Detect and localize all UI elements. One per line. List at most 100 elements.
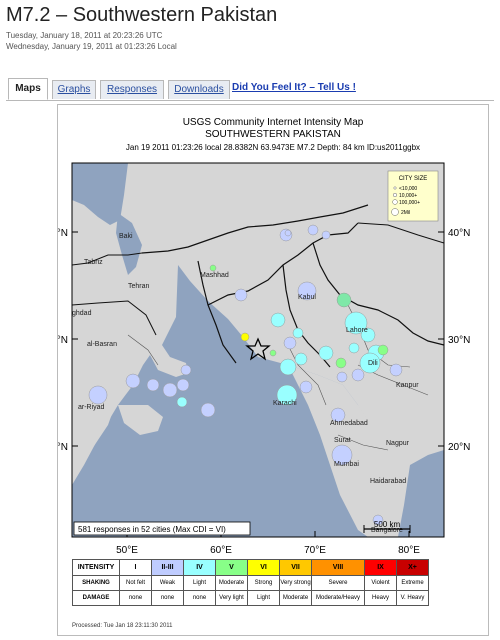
city-label-kanpur: Kanpur <box>396 382 419 389</box>
response-circle <box>348 342 360 354</box>
response-circle <box>318 345 334 361</box>
tab-graphs[interactable]: Graphs <box>52 80 96 99</box>
response-circle <box>269 349 277 357</box>
city-label-nagpur: Nagpur <box>386 440 410 447</box>
legend-intensity-cell: I <box>119 559 152 576</box>
tab-responses[interactable]: Responses <box>100 80 164 99</box>
processed-timestamp: Processed: Tue Jan 18 23:11:30 2011 <box>72 623 173 629</box>
legend-damage-cell: none <box>183 590 216 606</box>
scale-label: 500 km <box>374 520 401 529</box>
response-circle <box>240 332 250 342</box>
response-circle <box>88 385 108 405</box>
legend-shaking-cell: Violent <box>364 575 397 591</box>
lat-label-30-right: 30°N <box>448 335 470 346</box>
city-label-mashhad: Mashhad <box>200 272 229 279</box>
response-circle <box>270 312 286 328</box>
city-size-legend: CITY SIZE <10,000 10,000+ 100,000+ 2Mil <box>387 170 439 222</box>
lat-label-20-left: 20°N <box>58 442 68 453</box>
city-label-tehran: Tehran <box>128 283 150 290</box>
city-label-tabriz: Tabriz <box>84 259 103 266</box>
city-label-ar-riyad: ar-Riyad <box>78 404 105 411</box>
response-circle <box>284 229 292 237</box>
tab-maps[interactable]: Maps <box>8 78 48 100</box>
response-circle <box>125 373 141 389</box>
responses-summary: 581 responses in 52 cities (Max CDI = VI… <box>78 525 226 534</box>
response-circle <box>200 402 216 418</box>
legend-intensity-cell: VI <box>247 559 280 576</box>
response-circle <box>209 264 217 272</box>
legend-row-head: INTENSITY <box>72 559 120 576</box>
city-label-ahmedabad: Ahmedabad <box>330 420 368 427</box>
did-you-feel-it-link[interactable]: Did You Feel It? – Tell Us ! <box>232 82 356 93</box>
legend-intensity-cell: X+ <box>396 559 429 576</box>
legend-damage-cell: Light <box>247 590 280 606</box>
city-label-kabul: Kabul <box>298 294 316 301</box>
intensity-map-image[interactable]: USGS Community Internet Intensity Map SO… <box>57 104 489 636</box>
city-label-surat: Surat <box>334 437 351 444</box>
legend-shaking-cell: Weak <box>151 575 184 591</box>
responses-box: 581 responses in 52 cities (Max CDI = VI… <box>73 521 251 536</box>
legend-shaking-cell: Not felt <box>119 575 152 591</box>
response-circle <box>162 382 178 398</box>
legend-shaking-cell: Strong <box>247 575 280 591</box>
response-circle <box>279 358 297 376</box>
city-size-item: 10,000+ <box>399 193 417 199</box>
legend-intensity-cell: IV <box>183 559 216 576</box>
tab-downloads[interactable]: Downloads <box>168 80 230 99</box>
city-label-lahore: Lahore <box>346 327 368 334</box>
legend-intensity-cell: VII <box>279 559 312 576</box>
legend-shaking-cell: Extreme <box>396 575 429 591</box>
legend-intensity-cell: V <box>215 559 248 576</box>
legend-intensity-cell: IX <box>364 559 397 576</box>
response-circle <box>283 336 297 350</box>
legend-damage-cell: Moderate <box>279 590 312 606</box>
lon-label-50: 50°E <box>116 545 138 555</box>
response-circle <box>321 230 331 240</box>
legend-intensity-cell: VIII <box>311 559 365 576</box>
response-circle <box>389 363 403 377</box>
response-circle <box>292 327 304 339</box>
legend-shaking-cell: Severe <box>311 575 365 591</box>
lon-label-70: 70°E <box>304 545 326 555</box>
city-label-baghdad: ghdad <box>72 310 92 317</box>
response-circle <box>294 352 308 366</box>
legend-damage-cell: V. Heavy <box>396 590 429 606</box>
response-circle <box>176 396 188 408</box>
response-circle <box>176 378 190 392</box>
city-label-karachi: Karachi <box>273 400 297 407</box>
city-label-haidarabad: Haidarabad <box>370 478 406 485</box>
map-svg: 40°N 30°N 20°N 40°N 30°N 20°N 50°E 60°E … <box>58 162 470 555</box>
lat-label-40-right: 40°N <box>448 228 470 239</box>
legend-damage-cell: Very light <box>215 590 248 606</box>
response-circle <box>335 357 347 369</box>
city-label-mumbai: Mumbai <box>334 461 359 468</box>
response-circle <box>336 292 352 308</box>
legend-shaking-cell: Moderate <box>215 575 248 591</box>
lon-label-80: 80°E <box>398 545 420 555</box>
response-circle <box>351 368 365 382</box>
intensity-legend: INTENSITY I II-III IV V VI VII VIII IX X… <box>72 559 429 606</box>
legend-shaking-cell: Light <box>183 575 216 591</box>
utc-time: Tuesday, January 18, 2011 at 20:23:26 UT… <box>6 31 163 40</box>
city-label-dili: Dili <box>368 360 378 367</box>
response-circle <box>307 224 319 236</box>
city-size-item: 2Mil <box>401 210 410 216</box>
response-circle <box>180 364 192 376</box>
lat-label-20-right: 20°N <box>448 442 470 453</box>
legend-row-head: SHAKING <box>72 575 120 591</box>
legend-row-head: DAMAGE <box>72 590 120 606</box>
legend-shaking-cell: Very strong <box>279 575 312 591</box>
city-label-baki: Baki <box>119 233 133 240</box>
response-circle <box>377 344 389 356</box>
response-circle <box>146 378 160 392</box>
lat-label-30-left: 30°N <box>58 335 68 346</box>
local-time: Wednesday, January 19, 2011 at 01:23:26 … <box>6 42 177 51</box>
city-label-al-basran: al-Basran <box>87 341 117 348</box>
response-circle <box>234 288 248 302</box>
legend-damage-cell: none <box>119 590 152 606</box>
page-title: M7.2 – Southwestern Pakistan <box>6 4 278 26</box>
legend-damage-cell: Moderate/Heavy <box>311 590 365 606</box>
legend-intensity-cell: II-III <box>151 559 184 576</box>
response-circle <box>299 380 313 394</box>
legend-damage-cell: Heavy <box>364 590 397 606</box>
